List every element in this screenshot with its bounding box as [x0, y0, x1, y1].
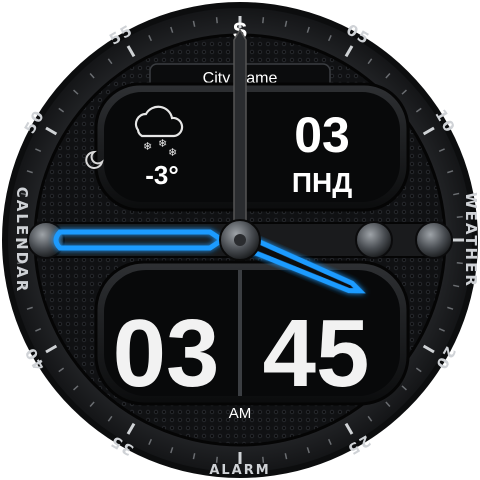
lower-panel-divider [238, 270, 242, 396]
time-period: AM [229, 405, 252, 422]
bezel-tick [215, 17, 218, 24]
date-weekday: ПНД [292, 167, 352, 198]
time-minutes: 45 [263, 300, 370, 407]
temperature-value[interactable]: -3° [145, 160, 179, 190]
time-hours: 03 [113, 300, 220, 407]
watch-face: CALENDAR WEATHER ALARM 55 05 10 50 40 20… [2, 2, 480, 478]
bezel-tick [262, 17, 265, 24]
svg-text:❄: ❄ [168, 146, 177, 159]
right-crown-knob[interactable] [415, 221, 453, 259]
bezel-label-weather[interactable]: WEATHER [462, 192, 480, 288]
center-pin-cap [234, 234, 246, 246]
bezel-label-alarm[interactable]: ALARM [209, 463, 270, 478]
bezel-tick [262, 456, 265, 463]
svg-text:❄: ❄ [143, 140, 152, 153]
bezel-tick [215, 456, 218, 463]
bezel-tick [456, 262, 463, 265]
svg-text:❄: ❄ [158, 137, 167, 150]
right-inner-knob[interactable] [355, 221, 393, 259]
date-day[interactable]: 03 [294, 107, 350, 163]
bezel-tick [456, 215, 463, 218]
